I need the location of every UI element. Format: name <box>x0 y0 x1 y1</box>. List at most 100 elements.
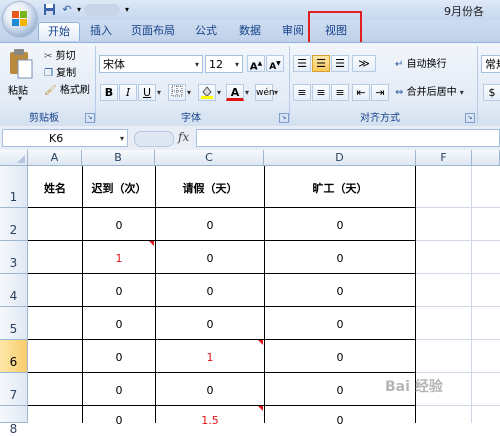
select-all-button[interactable] <box>0 150 28 166</box>
table-cell[interactable]: 1 <box>83 252 155 265</box>
table-cell[interactable]: 0 <box>265 285 415 298</box>
table-cell[interactable]: 0 <box>83 414 155 427</box>
tab-data[interactable]: 数据 <box>232 22 268 40</box>
font-name-value: 宋体 <box>103 58 125 71</box>
orientation-icon[interactable]: ≫ <box>352 55 376 72</box>
row-header[interactable]: 4 <box>0 274 28 307</box>
redo-icon[interactable] <box>84 4 120 16</box>
header-cell-absent[interactable]: 旷工（天） <box>265 180 415 196</box>
comment-indicator-icon[interactable] <box>258 406 263 411</box>
fill-color-dropdown-icon[interactable]: ▾ <box>217 88 221 97</box>
header-cell-leave[interactable]: 请假（天） <box>156 180 264 196</box>
bold-button[interactable]: B <box>100 84 118 101</box>
name-box[interactable]: K6 ▾ <box>2 129 128 147</box>
font-launcher-icon[interactable]: ↘ <box>279 113 289 123</box>
tab-review[interactable]: 审阅 <box>276 22 310 40</box>
cut-button[interactable]: ✂ 剪切 <box>44 49 76 65</box>
number-format-box[interactable]: 常规 <box>481 55 500 73</box>
borders-icon[interactable] <box>168 84 186 101</box>
font-size-box[interactable]: 12 ▾ <box>205 55 243 73</box>
table-cell[interactable]: 1 <box>156 351 264 364</box>
underline-dropdown-icon[interactable]: ▾ <box>157 88 161 97</box>
table-cell[interactable]: 0 <box>265 414 415 427</box>
font-name-dropdown-icon: ▾ <box>194 60 199 69</box>
row-header[interactable]: 7 <box>0 373 28 406</box>
row-header[interactable]: 5 <box>0 307 28 340</box>
column-header-a[interactable]: A <box>28 150 82 166</box>
align-left-icon[interactable]: ≡ <box>293 84 311 101</box>
shrink-font-icon[interactable]: A▼ <box>266 55 284 72</box>
table-cell[interactable]: 1.5 <box>156 414 264 427</box>
font-color-icon[interactable]: A <box>226 84 244 101</box>
header-cell-name[interactable]: 姓名 <box>28 180 82 196</box>
decrease-indent-icon[interactable]: ⇤ <box>352 84 370 101</box>
table-cell[interactable]: 0 <box>156 285 264 298</box>
column-header-c[interactable]: C <box>155 150 264 166</box>
formula-input[interactable] <box>196 129 500 147</box>
row-header[interactable]: 1 <box>0 166 28 208</box>
table-cell[interactable]: 0 <box>83 384 155 397</box>
copy-button[interactable]: ❐ 复制 <box>44 66 76 82</box>
header-cell-late[interactable]: 迟到（次） <box>83 180 155 196</box>
wrap-text-icon: ↵ <box>395 59 404 70</box>
tab-page-layout[interactable]: 页面布局 <box>127 22 179 40</box>
row-header-selected[interactable]: 6 <box>0 340 28 373</box>
column-header-d[interactable]: D <box>264 150 416 166</box>
font-color-dropdown-icon[interactable]: ▾ <box>245 88 249 97</box>
underline-button[interactable]: U <box>138 84 156 101</box>
font-name-box[interactable]: 宋体 ▾ <box>99 55 203 73</box>
table-cell[interactable]: 0 <box>156 384 264 397</box>
save-icon[interactable] <box>42 3 56 16</box>
comment-indicator-icon[interactable] <box>149 241 154 246</box>
borders-dropdown-icon[interactable]: ▾ <box>187 88 191 97</box>
wrap-text-button[interactable]: ↵ 自动换行 <box>395 57 447 73</box>
align-center-icon[interactable]: ≡ <box>312 84 330 101</box>
table-cell[interactable]: 0 <box>156 219 264 232</box>
table-cell[interactable]: 0 <box>83 285 155 298</box>
alignment-launcher-icon[interactable]: ↘ <box>465 113 475 123</box>
grow-font-icon[interactable]: A▲ <box>247 55 265 72</box>
table-cell[interactable]: 0 <box>265 318 415 331</box>
clipboard-launcher-icon[interactable]: ↘ <box>85 113 95 123</box>
fill-color-icon[interactable] <box>198 84 216 101</box>
insert-function-icon[interactable]: fx <box>178 130 189 144</box>
merge-center-button[interactable]: ⇔ 合并后居中 ▾ <box>395 85 464 101</box>
table-cell[interactable]: 0 <box>83 219 155 232</box>
table-cell[interactable]: 0 <box>83 351 155 364</box>
row-header[interactable]: 2 <box>0 208 28 241</box>
table-cell[interactable]: 0 <box>265 219 415 232</box>
table-cell[interactable]: 0 <box>83 318 155 331</box>
phonetic-dropdown-icon[interactable]: ▾ <box>274 88 278 97</box>
row-header[interactable]: 8 <box>0 406 28 436</box>
comment-indicator-icon[interactable] <box>258 340 263 345</box>
table-cell[interactable]: 0 <box>156 318 264 331</box>
accounting-format-icon[interactable]: $ <box>483 84 500 101</box>
table-cell[interactable]: 0 <box>265 252 415 265</box>
tab-home[interactable]: 开始 <box>38 22 80 41</box>
gridline <box>416 372 500 373</box>
align-top-icon[interactable]: ☰ <box>293 55 311 72</box>
column-header-next[interactable] <box>472 150 500 166</box>
customize-qat-icon[interactable]: ▾ <box>120 3 134 16</box>
column-header-b[interactable]: B <box>82 150 155 166</box>
phonetic-icon[interactable]: wén <box>255 84 275 101</box>
increase-indent-icon[interactable]: ⇥ <box>371 84 389 101</box>
align-bottom-icon[interactable]: ☰ <box>331 55 349 72</box>
tab-formulas[interactable]: 公式 <box>188 22 224 40</box>
table-cell[interactable]: 0 <box>265 351 415 364</box>
italic-button[interactable]: I <box>119 84 137 101</box>
align-middle-icon[interactable]: ☰ <box>312 55 330 72</box>
tab-insert[interactable]: 插入 <box>85 22 117 40</box>
paste-button[interactable]: 粘贴 ▾ <box>6 48 36 106</box>
office-button[interactable] <box>3 2 37 36</box>
format-painter-button[interactable]: 🖌 格式刷 <box>44 83 90 99</box>
brush-icon: 🖌 <box>44 85 57 96</box>
row-header[interactable]: 3 <box>0 241 28 274</box>
align-right-icon[interactable]: ≡ <box>331 84 349 101</box>
formula-bar-resize-handle[interactable] <box>134 131 174 147</box>
column-header-f[interactable]: F <box>416 150 472 166</box>
table-border <box>28 405 416 406</box>
table-border <box>28 240 416 241</box>
wrap-text-label: 自动换行 <box>406 59 447 70</box>
table-cell[interactable]: 0 <box>156 252 264 265</box>
